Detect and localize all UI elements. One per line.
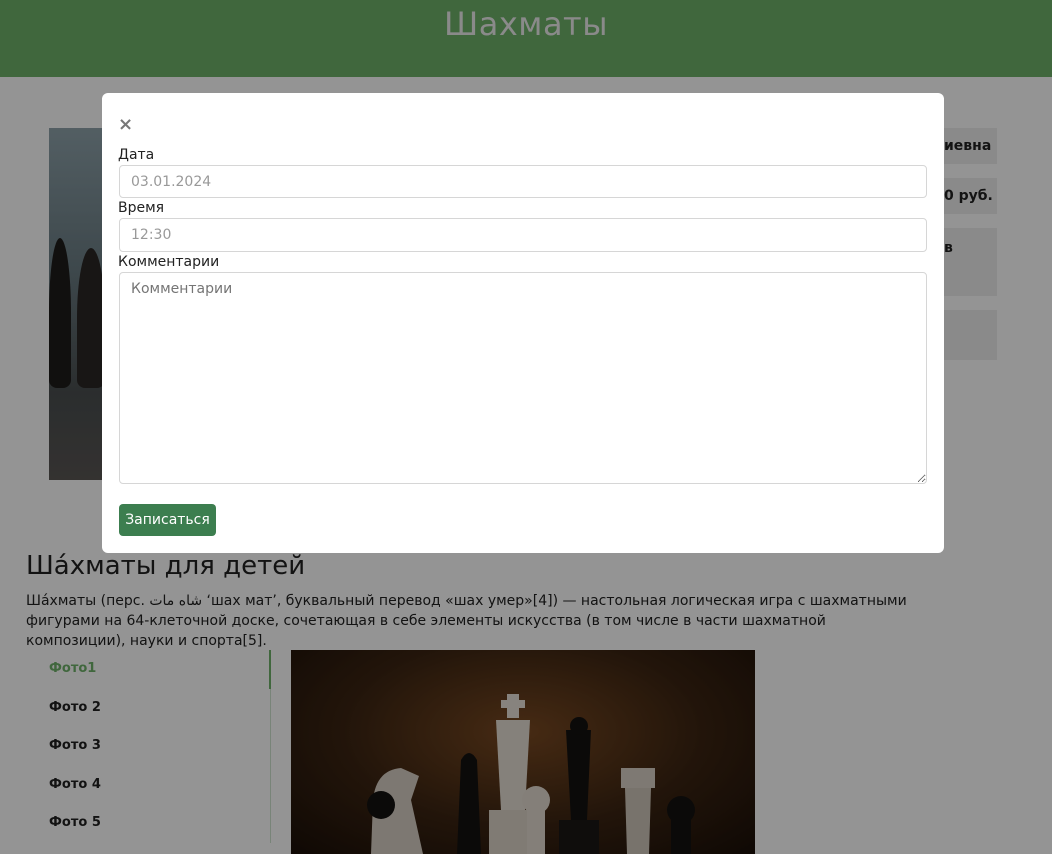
close-icon[interactable]: ×	[118, 115, 133, 135]
comments-label: Комментарии	[118, 254, 220, 270]
date-label: Дата	[118, 147, 155, 163]
booking-modal: × Дата Время Комментарии Записаться	[102, 93, 944, 553]
date-input[interactable]	[119, 165, 927, 198]
submit-button[interactable]: Записаться	[119, 504, 216, 536]
time-input[interactable]	[119, 218, 927, 252]
comments-textarea[interactable]	[119, 272, 927, 484]
time-label: Время	[118, 200, 165, 216]
